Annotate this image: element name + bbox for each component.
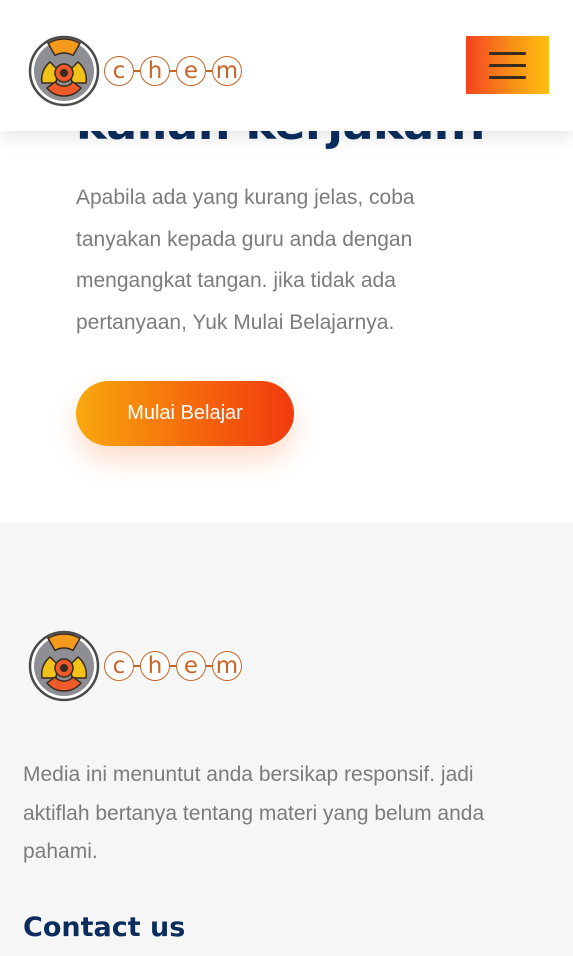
footer-logo[interactable]: c h e m — [28, 630, 242, 702]
radiation-emblem-icon — [28, 630, 100, 702]
logo-letter: c — [104, 56, 134, 86]
footer-description: Media ini menuntut anda bersikap respons… — [23, 763, 485, 863]
logo-letter: c — [104, 651, 134, 681]
logo-letter: e — [176, 651, 206, 681]
menu-toggle-button[interactable] — [466, 36, 549, 94]
site-footer: c h e m Media ini menuntut anda bersikap… — [0, 523, 573, 956]
hamburger-menu-icon — [489, 63, 526, 67]
logo-letter: m — [212, 56, 242, 86]
logo-letter: h — [140, 651, 170, 681]
logo-letter: m — [212, 651, 242, 681]
intro-paragraph: Apabila ada yang kurang jelas, coba tany… — [76, 186, 415, 334]
logo-letter: h — [140, 56, 170, 86]
start-learning-button[interactable]: Mulai Belajar — [76, 381, 294, 446]
logo-wordmark: c h e m — [104, 56, 242, 86]
logo-wordmark: c h e m — [104, 651, 242, 681]
hamburger-menu-icon — [489, 75, 526, 79]
site-logo[interactable]: c h e m — [28, 35, 242, 107]
logo-letter: e — [176, 56, 206, 86]
contact-heading: Contact us — [23, 912, 186, 943]
radiation-emblem-icon — [28, 35, 100, 107]
hamburger-menu-icon — [489, 51, 526, 55]
site-header: c h e m — [0, 0, 573, 131]
